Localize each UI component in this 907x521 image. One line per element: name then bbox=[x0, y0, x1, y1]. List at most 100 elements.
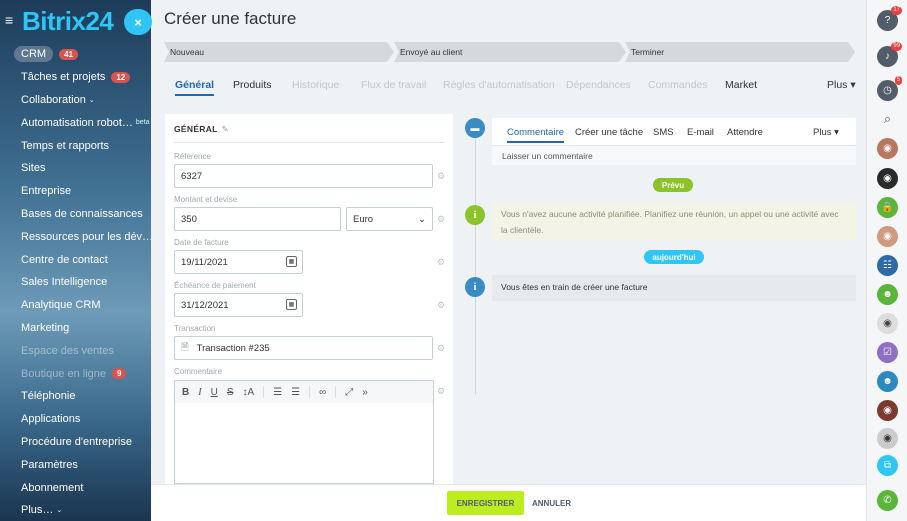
menu-icon[interactable]: ≡ bbox=[5, 13, 13, 27]
sidebar-item[interactable]: Centre de contact bbox=[0, 248, 151, 271]
sidebar-item[interactable]: Tâches et projets 12 bbox=[0, 66, 151, 89]
screen-share-icon[interactable]: ⧉ bbox=[877, 455, 898, 476]
tab-market[interactable]: Market bbox=[725, 79, 757, 91]
composer-tab-email[interactable]: E-mail bbox=[687, 127, 714, 138]
fullscreen-icon[interactable]: ⤢ bbox=[345, 387, 353, 398]
numbered-list-icon[interactable]: ☰ bbox=[273, 387, 282, 398]
sidebar-item[interactable]: Analytique CRM bbox=[0, 294, 151, 317]
stage-nouveau[interactable]: Nouveau bbox=[164, 42, 394, 62]
logo[interactable]: Bitrix24 bbox=[22, 5, 114, 37]
sidebar-item[interactable]: Plus… ⌄ bbox=[0, 499, 151, 521]
sidebar-item-label: Plus… bbox=[21, 504, 54, 517]
close-slider-button[interactable]: × bbox=[124, 9, 152, 35]
group-icon[interactable]: ☻ bbox=[877, 284, 898, 305]
gear-icon[interactable]: ⚙ bbox=[437, 257, 445, 268]
italic-icon[interactable]: I bbox=[198, 387, 201, 398]
gear-icon[interactable]: ⚙ bbox=[437, 300, 445, 311]
left-sidebar: ≡ Bitrix24 CRM 41 Tâches et projets 12 Colla… bbox=[0, 0, 151, 521]
calendar-icon[interactable]: ▦ bbox=[286, 256, 297, 267]
save-button[interactable]: ENREGISTRER bbox=[447, 491, 524, 515]
transaction-field[interactable]: 🗎 Transaction #235 bbox=[174, 336, 433, 360]
link-icon[interactable]: ∞ bbox=[319, 387, 326, 398]
sidebar-item[interactable]: Espace des ventes bbox=[0, 339, 151, 362]
tab-dependances[interactable]: Dépendances bbox=[566, 79, 631, 91]
activity-composer: Commentaire Créer une tâche SMS E-mail A… bbox=[492, 118, 856, 165]
sidebar-item-label: CRM bbox=[14, 46, 54, 63]
sidebar-item[interactable]: Procédure d'entreprise bbox=[0, 431, 151, 454]
sidebar-item[interactable]: Abonnement bbox=[0, 476, 151, 499]
tab-produits[interactable]: Produits bbox=[233, 79, 272, 91]
composer-tab-attendre[interactable]: Attendre bbox=[727, 127, 763, 138]
sidebar-item[interactable]: Marketing bbox=[0, 317, 151, 340]
sidebar-item[interactable]: Applications bbox=[0, 408, 151, 431]
tab-flux-de-travail[interactable]: Flux de travail bbox=[361, 79, 426, 91]
sidebar-item[interactable]: Boutique en ligne 9 bbox=[0, 362, 151, 385]
sidebar-item[interactable]: Téléphonie bbox=[0, 385, 151, 408]
lock-icon[interactable]: 🔒 bbox=[877, 197, 898, 218]
help-icon[interactable]: ? 17 bbox=[877, 6, 902, 31]
font-size-icon[interactable]: ↕A bbox=[242, 387, 254, 398]
clock-icon[interactable]: ◷ 5 bbox=[877, 76, 902, 101]
due-date-field[interactable]: 31/12/2021 ▦ bbox=[174, 293, 303, 317]
cancel-button[interactable]: ANNULER bbox=[532, 491, 571, 515]
chevron-down-icon: ⌄ bbox=[88, 96, 95, 104]
bullet-list-icon[interactable]: ☰ bbox=[291, 387, 300, 398]
sidebar-item-label: Applications bbox=[21, 413, 81, 426]
avatar[interactable]: ◉ bbox=[877, 313, 898, 334]
currency-select[interactable]: Euro ⌄ bbox=[346, 207, 433, 231]
avatar[interactable]: ◉ bbox=[877, 428, 898, 449]
tab-historique[interactable]: Historique bbox=[292, 79, 339, 91]
search-icon[interactable]: ⌕ bbox=[877, 108, 898, 129]
gear-icon[interactable]: ⚙ bbox=[437, 214, 445, 225]
stage-terminer[interactable]: Terminer bbox=[625, 42, 855, 62]
gear-icon[interactable]: ⚙ bbox=[437, 171, 445, 182]
sidebar-item[interactable]: Temps et rapports bbox=[0, 134, 151, 157]
tab-commandes[interactable]: Commandes bbox=[648, 79, 708, 91]
invoice-date-field[interactable]: 19/11/2021 ▦ bbox=[174, 250, 303, 274]
comment-editor[interactable]: B I U S ↕A ☰ ☰ ∞ ⤢ » bbox=[174, 380, 434, 484]
avatar[interactable]: ◉ bbox=[877, 226, 898, 247]
edit-pencil-icon[interactable]: ✎ bbox=[222, 124, 229, 134]
amount-field[interactable]: 350 bbox=[174, 207, 341, 231]
composer-tab-plus[interactable]: Plus ▾ bbox=[813, 127, 839, 138]
sidebar-item[interactable]: Collaboration ⌄ bbox=[0, 89, 151, 112]
sidebar-item[interactable]: Sites bbox=[0, 157, 151, 180]
tab-plus[interactable]: Plus ▾ bbox=[827, 79, 856, 91]
phone-icon[interactable]: ✆ bbox=[877, 490, 898, 511]
comment-input[interactable]: Laisser un commentaire bbox=[492, 145, 856, 165]
gear-icon[interactable]: ⚙ bbox=[437, 386, 445, 397]
sidebar-item[interactable]: Ressources pour les dév… bbox=[0, 225, 151, 248]
sidebar-item-label: Automatisation robot… bbox=[21, 116, 133, 129]
notification-badge: 99 bbox=[891, 42, 902, 51]
task-icon[interactable]: ☑ bbox=[877, 342, 898, 363]
group-icon[interactable]: ☻ bbox=[877, 371, 898, 392]
gear-icon[interactable]: ⚙ bbox=[437, 343, 445, 354]
avatar[interactable]: ◉ bbox=[877, 138, 898, 159]
sidebar-item[interactable]: Bases de connaissances bbox=[0, 203, 151, 226]
group-chat-icon[interactable]: ☷ bbox=[877, 255, 898, 276]
sidebar-item[interactable]: Automatisation robot… beta bbox=[0, 111, 151, 134]
more-icon[interactable]: » bbox=[362, 387, 368, 398]
composer-tab-tache[interactable]: Créer une tâche bbox=[575, 127, 643, 138]
chevron-down-icon: ⌄ bbox=[418, 213, 426, 225]
reference-field[interactable]: 6327 bbox=[174, 164, 433, 188]
sidebar-item[interactable]: Sales Intelligence bbox=[0, 271, 151, 294]
stage-envoye[interactable]: Envoyé au client bbox=[394, 42, 626, 62]
avatar[interactable]: ◉ bbox=[877, 168, 898, 189]
composer-tab-commentaire[interactable]: Commentaire bbox=[507, 127, 565, 143]
avatar[interactable]: ◉ bbox=[877, 400, 898, 421]
due-date-label: Échéance de paiement bbox=[174, 281, 256, 290]
tab-regles-automatisation[interactable]: Règles d'automatisation bbox=[443, 79, 555, 91]
underline-icon[interactable]: U bbox=[211, 387, 218, 398]
sidebar-item[interactable]: Entreprise bbox=[0, 180, 151, 203]
invoice-date-value: 19/11/2021 bbox=[181, 256, 228, 268]
composer-tab-sms[interactable]: SMS bbox=[653, 127, 674, 138]
sidebar-item[interactable]: Paramètres bbox=[0, 453, 151, 476]
bold-icon[interactable]: B bbox=[182, 387, 189, 398]
sidebar-item[interactable]: CRM 41 bbox=[0, 43, 151, 66]
strikethrough-icon[interactable]: S bbox=[227, 387, 234, 398]
invoice-date-label: Date de facture bbox=[174, 238, 229, 247]
tab-general[interactable]: Général bbox=[175, 79, 215, 96]
bell-icon[interactable]: ♪ 99 bbox=[877, 42, 902, 67]
calendar-icon[interactable]: ▦ bbox=[286, 299, 297, 310]
